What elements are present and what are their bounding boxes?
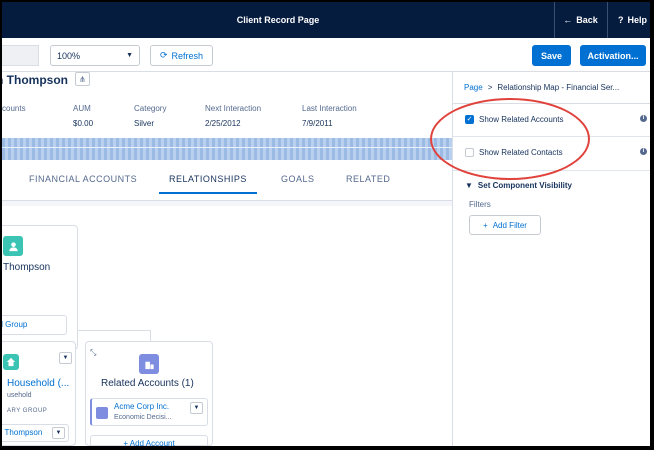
- help-icon: ?: [618, 15, 624, 25]
- collapse-icon[interactable]: ⤡: [90, 348, 96, 358]
- account-icon: [139, 354, 159, 374]
- top-bar: Client Record Page ← Back ? Help: [2, 2, 650, 38]
- section-title: Set Component Visibility: [477, 181, 573, 190]
- arrow-left-icon: ←: [563, 15, 573, 25]
- person-card: Thompson dd Group: [2, 225, 78, 350]
- properties-panel: Page > Relationship Map - Financial Ser.…: [452, 72, 650, 446]
- breadcrumb-page-link[interactable]: Page: [464, 83, 483, 92]
- app-frame: Client Record Page ← Back ? Help 100% ▼ …: [2, 2, 650, 446]
- member-menu-button[interactable]: ▼: [52, 427, 65, 439]
- record-name: n Thompson: [2, 73, 68, 87]
- account-name[interactable]: Acme Corp Inc.: [114, 402, 169, 411]
- field-accounts: ccounts: [2, 104, 26, 113]
- divider: [453, 170, 650, 171]
- household-name[interactable]: Household (...: [7, 378, 69, 389]
- help-button[interactable]: ? Help: [607, 2, 650, 38]
- filters-label: Filters: [469, 200, 491, 209]
- member-name[interactable]: n Thompson: [2, 428, 42, 437]
- add-filter-button[interactable]: + Add Filter: [469, 215, 541, 235]
- info-icon[interactable]: i: [640, 148, 647, 155]
- field-category: Category Silver: [134, 104, 167, 128]
- refresh-label: Refresh: [171, 50, 204, 61]
- save-button[interactable]: Save: [532, 45, 571, 66]
- household-subtitle: usehold: [7, 392, 32, 399]
- show-related-contacts-label: Show Related Contacts: [479, 147, 563, 157]
- related-accounts-card: ⤡ Related Accounts (1) Acme Corp Inc. Ec…: [85, 341, 213, 446]
- field-next-interaction: Next Interaction 2/25/2012: [205, 104, 262, 128]
- tab-relationships[interactable]: RELATIONSHIPS: [159, 168, 257, 194]
- relationship-map: Thompson dd Group ▼ Household (... useho…: [2, 206, 452, 446]
- refresh-icon: ⟳: [159, 50, 168, 60]
- refresh-button[interactable]: ⟳ Refresh: [150, 45, 213, 66]
- home-icon: [3, 354, 19, 370]
- builder-toolbar: 100% ▼ ⟳ Refresh Save Activation...: [2, 38, 650, 72]
- help-label: Help: [627, 15, 648, 25]
- household-card: ▼ Household (... usehold ARY GROUP n Tho…: [2, 341, 76, 446]
- tab-goals[interactable]: GOALS: [281, 168, 315, 194]
- hierarchy-icon: ⋔: [79, 74, 86, 84]
- add-group-button[interactable]: dd Group: [2, 315, 67, 335]
- group-tag: ARY GROUP: [7, 408, 48, 414]
- chevron-down-icon: ▼: [193, 405, 200, 411]
- chevron-down-icon: ▼: [126, 52, 133, 59]
- back-button[interactable]: ← Back: [554, 2, 606, 38]
- account-item: Acme Corp Inc. Economic Decisi... ▼: [90, 398, 208, 426]
- account-item-icon: [96, 407, 108, 419]
- chevron-down-icon: ▼: [465, 181, 473, 190]
- decorative-band: [2, 138, 452, 160]
- breadcrumb: Page > Relationship Map - Financial Ser.…: [453, 72, 650, 104]
- show-related-accounts-checkbox[interactable]: ✓: [465, 114, 474, 124]
- connector-line: [150, 330, 151, 341]
- component-visibility-section[interactable]: ▼ Set Component Visibility: [465, 181, 572, 190]
- member-item: n Thompson ▼: [2, 424, 69, 442]
- back-label: Back: [576, 15, 598, 25]
- field-aum: AUM $0.00: [73, 104, 94, 128]
- tab-financial-accounts[interactable]: FINANCIAL ACCOUNTS: [29, 168, 137, 194]
- account-role: Economic Decisi...: [114, 414, 172, 421]
- chevron-down-icon: ▼: [55, 430, 62, 436]
- add-account-button[interactable]: + Add Account: [90, 435, 208, 446]
- show-related-contacts-checkbox[interactable]: [465, 147, 474, 157]
- record-header: n Thompson ⋔ ccounts AUM $0.00 Category …: [2, 72, 452, 206]
- tab-related[interactable]: RELATED: [346, 168, 390, 194]
- field-last-interaction: Last Interaction 7/9/2011: [302, 104, 357, 128]
- chevron-down-icon: ▼: [62, 355, 69, 361]
- add-filter-label: Add Filter: [492, 220, 527, 230]
- show-related-accounts-label: Show Related Accounts: [479, 114, 564, 124]
- breadcrumb-current: Relationship Map - Financial Ser...: [497, 83, 620, 92]
- page-title: Client Record Page: [236, 15, 320, 25]
- activation-button[interactable]: Activation...: [580, 45, 646, 66]
- divider: [453, 136, 650, 137]
- account-menu-button[interactable]: ▼: [190, 402, 203, 414]
- show-related-accounts-option[interactable]: ✓ Show Related Accounts: [465, 112, 564, 126]
- zoom-select[interactable]: 100% ▼: [50, 45, 140, 66]
- breadcrumb-separator: >: [487, 83, 493, 92]
- record-tabs: FINANCIAL ACCOUNTS RELATIONSHIPS GOALS R…: [2, 168, 452, 194]
- show-related-contacts-option[interactable]: Show Related Contacts: [465, 145, 563, 159]
- zoom-value: 100%: [57, 50, 81, 61]
- person-name: Thompson: [3, 262, 51, 273]
- hierarchy-button[interactable]: ⋔: [75, 72, 90, 86]
- toolbar-left-control[interactable]: [2, 45, 39, 66]
- person-icon: [3, 236, 23, 256]
- related-accounts-title: Related Accounts (1): [101, 378, 194, 389]
- info-icon[interactable]: i: [640, 115, 647, 122]
- household-menu-button[interactable]: ▼: [59, 352, 72, 364]
- plus-icon: +: [483, 220, 488, 230]
- page-canvas: n Thompson ⋔ ccounts AUM $0.00 Category …: [2, 72, 452, 446]
